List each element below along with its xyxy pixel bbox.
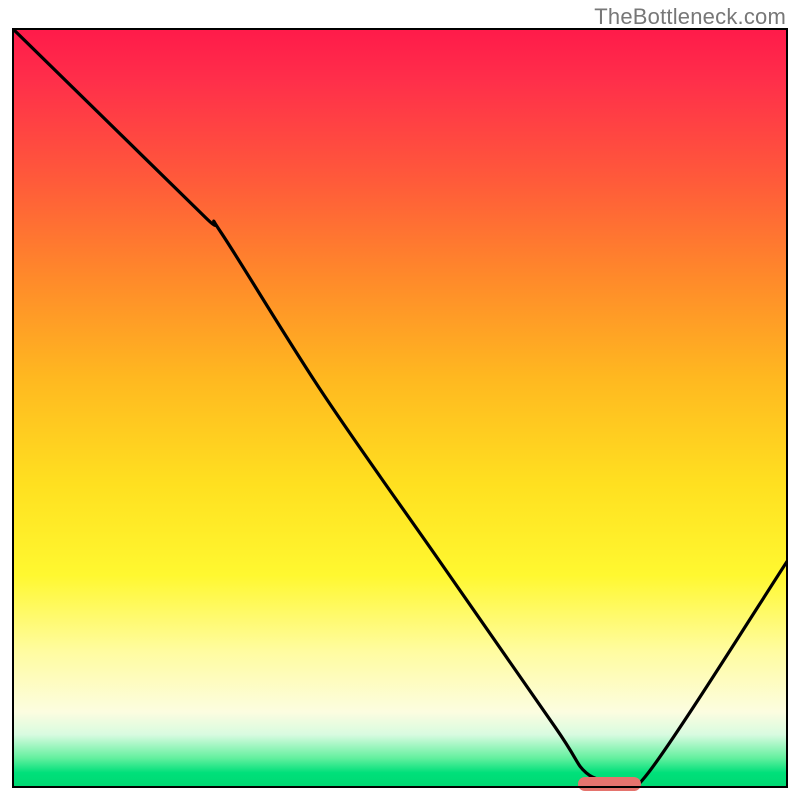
optimal-marker <box>578 777 640 791</box>
chart-area <box>12 28 788 788</box>
watermark-text: TheBottleneck.com <box>594 4 786 30</box>
heat-gradient-background <box>12 28 788 788</box>
